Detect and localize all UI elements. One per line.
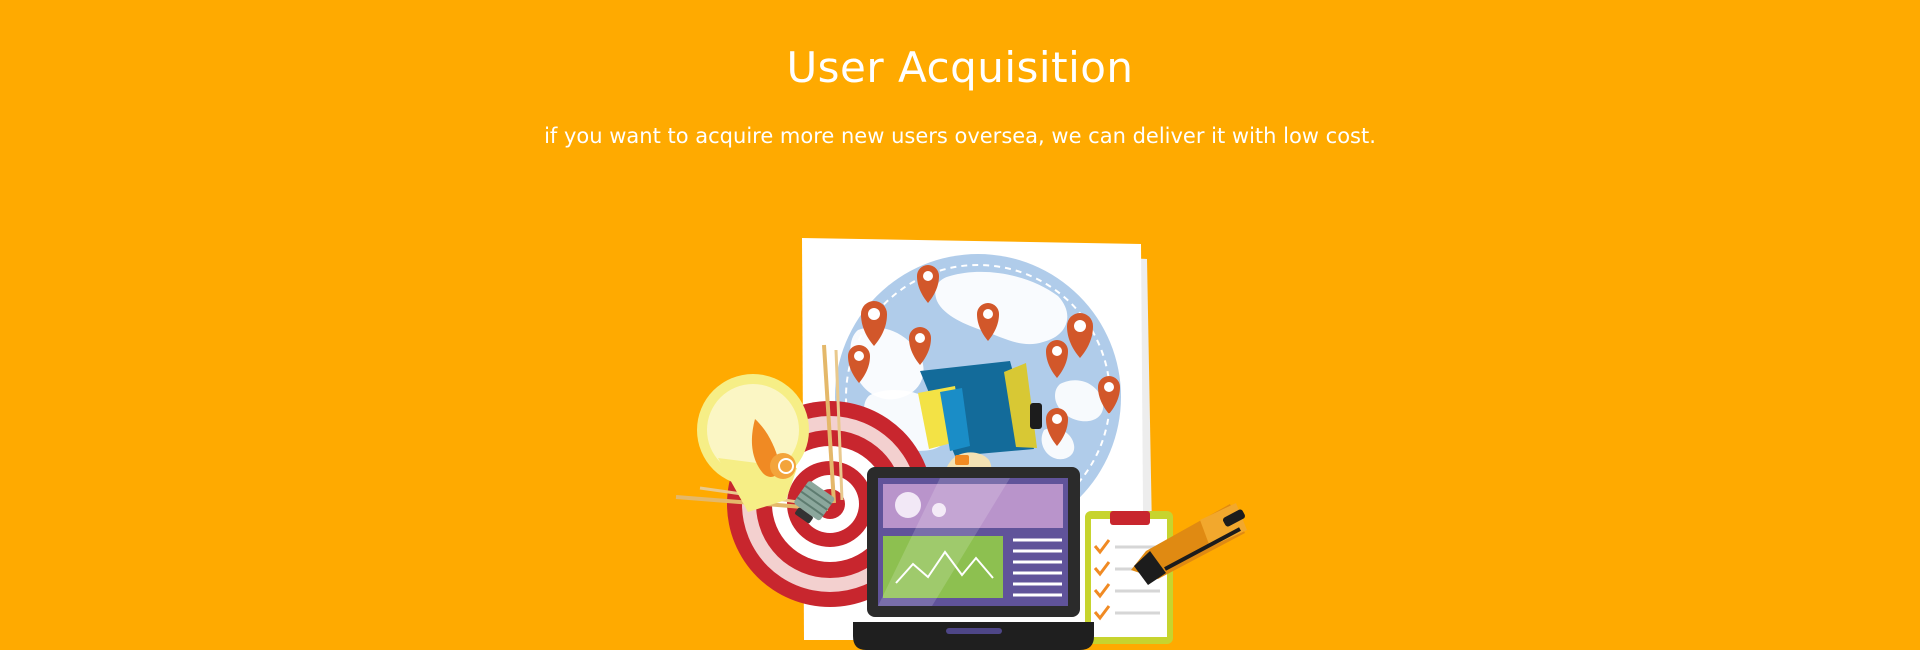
laptop-icon xyxy=(853,467,1094,650)
user-acquisition-hero: User Acquisition if you want to acquire … xyxy=(0,0,1920,650)
marketing-illustration xyxy=(675,238,1247,650)
